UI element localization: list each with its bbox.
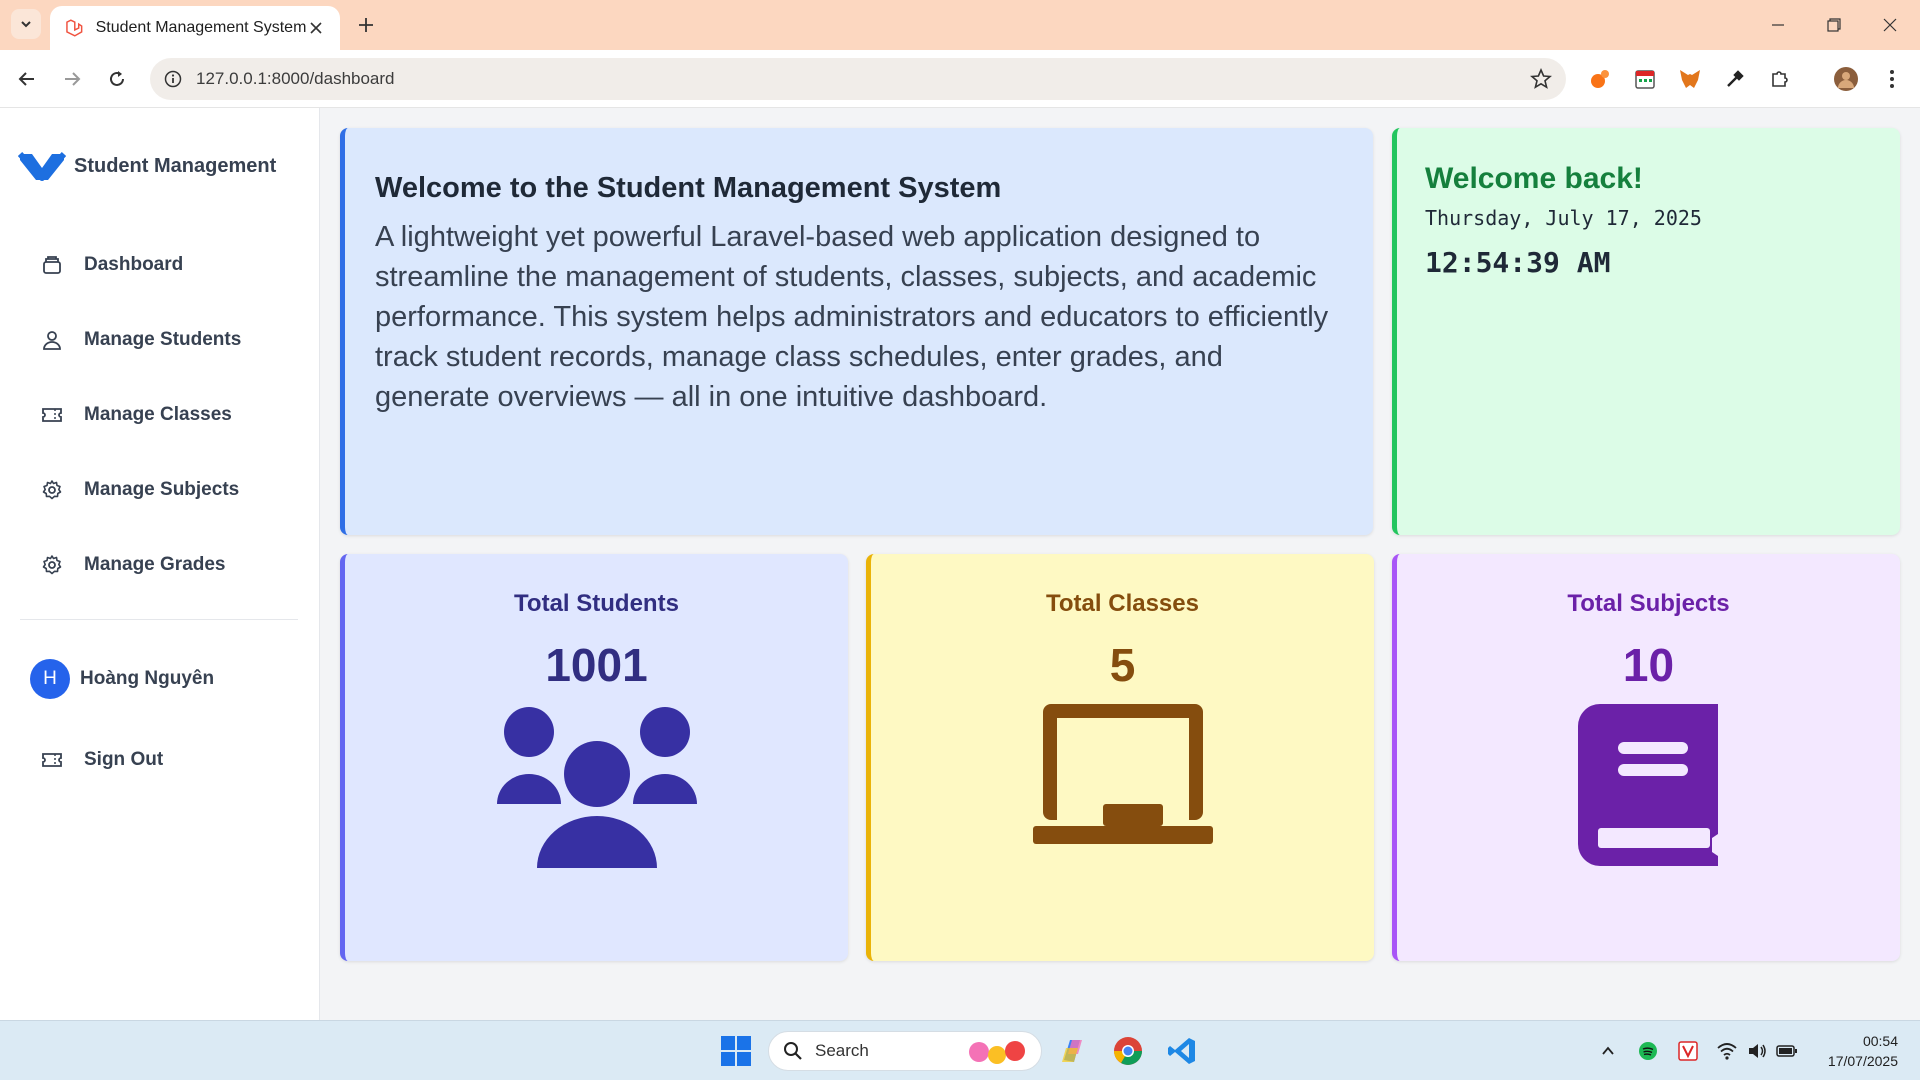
wifi-icon[interactable] [1715,1039,1739,1063]
vivaldi-tray-icon[interactable] [1676,1039,1700,1063]
sidebar-item-label: Manage Students [84,329,242,350]
sign-out-button[interactable]: Sign Out [40,740,163,780]
sidebar-item-classes[interactable]: Manage Classes [40,395,232,435]
spotify-tray-icon[interactable] [1636,1039,1660,1063]
close-window-button[interactable] [1862,0,1918,50]
stat-title: Total Students [514,590,679,617]
brand[interactable]: Student Management [18,148,276,184]
emoji-decoration-icon [969,1041,1025,1064]
volume-icon[interactable] [1745,1039,1769,1063]
sidebar-item-subjects[interactable]: Manage Subjects [40,470,239,510]
sign-out-label: Sign Out [84,749,164,770]
greeting-title: Welcome back! [1425,162,1643,195]
stat-card-subjects: Total Subjects 10 [1392,554,1900,961]
greeting-card: Welcome back! Thursday, July 17, 2025 12… [1392,128,1900,535]
avatar: H [30,659,70,699]
os-taskbar: Search 00:54 17/07/2025 [0,1020,1920,1080]
restore-button[interactable] [1806,0,1862,50]
back-button[interactable] [11,63,43,95]
stat-value: 5 [1109,639,1136,691]
user-icon [40,328,64,352]
stat-value: 10 [1622,639,1675,691]
address-bar[interactable]: 127.0.0.1:8000/dashboard [150,58,1566,100]
metamask-fox-icon[interactable] [1676,65,1704,93]
site-info-icon[interactable] [164,70,182,88]
stat-title: Total Classes [1046,590,1199,617]
clock-date: 17/07/2025 [1827,1053,1898,1069]
gear-icon [40,553,64,577]
system-clock[interactable]: 00:54 17/07/2025 [1828,1031,1898,1071]
plus-icon [359,18,373,32]
laravel-icon [66,19,83,37]
chalkboard-icon [1032,704,1213,844]
close-icon [1883,18,1897,32]
stat-title: Total Subjects [1567,590,1730,617]
url-text: 127.0.0.1:8000/dashboard [196,69,395,88]
taskbar-search[interactable]: Search [768,1031,1042,1071]
current-time: 12:54:39 AM [1425,246,1611,279]
eyedropper-icon[interactable] [1721,65,1749,93]
welcome-description: A lightweight yet powerful Laravel-based… [375,221,1329,413]
chrome-app-icon[interactable] [1110,1033,1146,1069]
minimize-icon [1772,24,1784,26]
arrow-right-icon [65,72,81,86]
sidebar-item-label: Manage Subjects [84,479,240,500]
reload-icon [110,71,124,86]
ticket-icon [40,403,64,427]
extension-calendar-icon[interactable] [1631,65,1659,93]
extension-orange-icon[interactable] [1586,65,1614,93]
sidebar-item-label: Dashboard [84,254,184,275]
stat-card-students: Total Students 1001 [340,554,848,961]
search-icon [784,1042,802,1060]
tab-title: Student Management System [95,19,307,36]
brand-logo-icon [18,151,66,181]
forward-button[interactable] [56,63,88,95]
arrow-left-icon [18,72,34,86]
tab-close-icon[interactable] [306,18,326,38]
windows-start-icon[interactable] [720,1035,752,1067]
search-placeholder: Search [815,1041,869,1060]
sidebar-divider [20,619,298,620]
welcome-card: Welcome to the Student Management System… [340,128,1373,535]
sidebar-item-grades[interactable]: Manage Grades [40,545,226,585]
copilot-app-icon[interactable] [1055,1033,1091,1069]
vscode-app-icon[interactable] [1164,1033,1200,1069]
book-icon [1577,704,1718,866]
gear-icon [40,478,64,502]
restore-icon [1827,18,1841,32]
welcome-title: Welcome to the Student Management System [375,172,1002,204]
new-tab-button[interactable] [352,11,380,39]
extensions-puzzle-icon[interactable] [1766,65,1794,93]
user-profile[interactable]: H Hoàng Nguyên [30,659,214,699]
sidebar-item-label: Manage Grades [84,554,226,575]
sidebar-item-label: Manage Classes [84,404,232,425]
chevron-down-icon [21,21,31,28]
browser-tab[interactable]: Student Management System [50,6,340,50]
browser-tab-bar: Student Management System [0,0,1920,50]
profile-avatar-icon[interactable] [1832,65,1860,93]
brand-name: Student Management [74,154,277,177]
stat-value: 1001 [545,639,648,691]
bookmark-star-icon[interactable] [1530,67,1552,95]
tab-search-button[interactable] [11,9,41,39]
sidebar: Student Management Dashboard Manage Stud… [0,108,320,1020]
browser-menu-icon[interactable] [1878,65,1906,93]
dashboard-icon [40,253,64,277]
sidebar-item-students[interactable]: Manage Students [40,320,241,360]
sidebar-item-dashboard[interactable]: Dashboard [40,245,183,285]
clock-time: 00:54 [1862,1033,1898,1049]
stat-card-classes: Total Classes 5 [866,554,1374,961]
users-icon [496,707,697,868]
current-date: Thursday, July 17, 2025 [1425,206,1702,230]
reload-button[interactable] [101,63,133,95]
ticket-icon [40,748,64,772]
minimize-button[interactable] [1750,0,1806,50]
battery-icon[interactable] [1775,1039,1799,1063]
browser-toolbar: 127.0.0.1:8000/dashboard [0,50,1920,108]
tray-chevron-up-icon[interactable] [1596,1039,1620,1063]
user-name: Hoàng Nguyên [80,668,215,689]
